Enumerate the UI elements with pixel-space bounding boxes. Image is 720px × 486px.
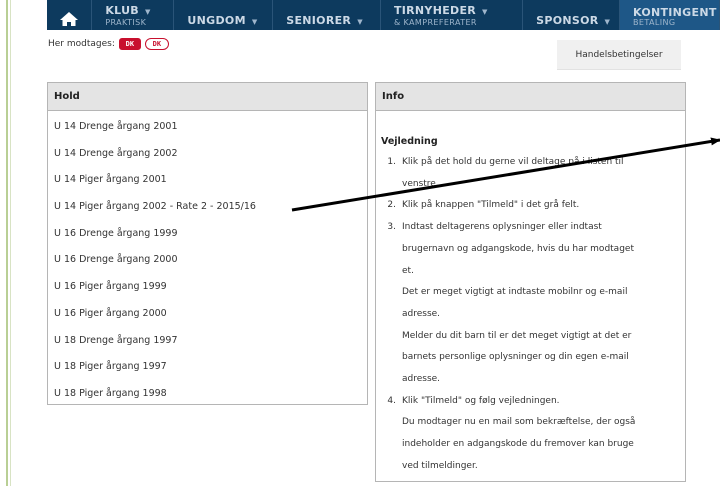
info-heading: Vejledning (381, 136, 438, 147)
hold-list-item[interactable]: U 14 Piger årgang 2002 - Rate 2 - 2015/1… (48, 194, 367, 221)
instruction-step: 3. Indtast deltagerens oplysninger eller… (381, 217, 677, 391)
hold-list-item[interactable]: U 16 Drenge årgang 1999 (48, 221, 367, 248)
hold-list-item[interactable]: U 16 Drenge årgang 2000 (48, 247, 367, 274)
step-text: Klik på knappen "Tilmeld" i det grå felt… (402, 200, 580, 211)
instruction-list: 1. Klik på det hold du gerne vil deltage… (381, 152, 677, 478)
step-number: 2. (387, 200, 396, 211)
handelsbetingelser-link[interactable]: Handelsbetingelser (557, 40, 681, 70)
step-number: 4. (387, 395, 396, 406)
chevron-down-icon: ▼ (251, 18, 258, 26)
border-line (6, 0, 8, 486)
chevron-down-icon: ▼ (482, 8, 488, 16)
nav-item-seniorer[interactable]: SENIORER ▼ (273, 0, 381, 30)
step-number: 3. (387, 222, 396, 233)
info-panel-title: Info (376, 83, 685, 111)
payment-label: Her modtages: (48, 39, 115, 49)
nav-item-label: KLUB (105, 4, 139, 17)
instruction-step: 2. Klik på knappen "Tilmeld" i det grå f… (381, 195, 677, 217)
chevron-down-icon: ▼ (357, 18, 363, 26)
payment-methods: Her modtages: DK DK (48, 38, 169, 50)
hold-panel: Hold U 14 Drenge årgang 2001 U 14 Drenge… (47, 82, 368, 405)
hold-panel-title: Hold (48, 83, 367, 111)
nav-item-klub[interactable]: KLUB ▼ PRAKTISK (92, 0, 175, 30)
nav-item-nyheder[interactable]: TIRNYHEDER ▼ & KAMPREFERATER (381, 0, 524, 30)
dankort-logo: DK (118, 38, 141, 50)
nav-item-label: TIRNYHEDER (393, 4, 477, 17)
hold-list-item[interactable]: U 14 Piger årgang 2001 (48, 167, 367, 194)
hold-list-item[interactable]: U 16 Piger årgang 1999 (48, 274, 367, 301)
hold-list-item[interactable]: U 18 Drenge årgang 1997 (48, 328, 367, 355)
nav-item-sponsor[interactable]: SPONSOR ▼ (523, 0, 620, 30)
chevron-down-icon: ▼ (604, 18, 611, 26)
nav-item-ungdom[interactable]: UNGDOM ▼ (174, 0, 274, 30)
hold-list-item[interactable]: U 16 Piger årgang 2000 (48, 301, 367, 328)
hold-list-item[interactable]: U 14 Drenge årgang 2001 (48, 114, 367, 141)
instruction-step: 1. Klik på det hold du gerne vil deltage… (381, 152, 677, 195)
hold-list-item[interactable]: U 14 Drenge årgang 2002 (48, 141, 367, 168)
hold-list: U 14 Drenge årgang 2001 U 14 Drenge årga… (48, 111, 367, 408)
step-number: 1. (387, 157, 396, 167)
chevron-down-icon: ▼ (145, 8, 151, 16)
nav-item-kontingent[interactable]: KONTINGENT BETALING (619, 0, 720, 30)
page-left-border (0, 0, 12, 486)
nav-item-label: SENIORER (286, 14, 352, 27)
step-text: Klik på det hold du gerne vil deltage på… (402, 157, 624, 189)
nav-item-label: SPONSOR (536, 14, 599, 27)
info-panel: Info Vejledning 1. Klik på det hold du g… (375, 82, 686, 482)
nav-item-sublabel: BETALING (632, 18, 676, 27)
border-line (10, 0, 11, 486)
nav-item-sublabel: PRAKTISK (105, 18, 147, 27)
main-navigation: KLUB ▼ PRAKTISK UNGDOM ▼ SENIORER ▼ TIRNYHE… (47, 0, 720, 30)
instruction-step: 4. Klik "Tilmeld" og følg vejledningen. … (381, 391, 677, 478)
edankort-logo: DK (144, 38, 169, 50)
nav-item-label: UNGDOM (187, 14, 246, 27)
step-text: Indtast deltagerens oplysninger eller in… (402, 222, 634, 385)
hold-list-item[interactable]: U 18 Piger årgang 1998 (48, 381, 367, 408)
nav-home-button[interactable] (47, 0, 93, 30)
step-text: Klik "Tilmeld" og følg vejledningen. Du … (402, 395, 636, 471)
nav-item-sublabel: & KAMPREFERATER (393, 18, 477, 27)
home-icon (60, 12, 79, 26)
hold-list-item[interactable]: U 18 Piger årgang 1997 (48, 354, 367, 381)
